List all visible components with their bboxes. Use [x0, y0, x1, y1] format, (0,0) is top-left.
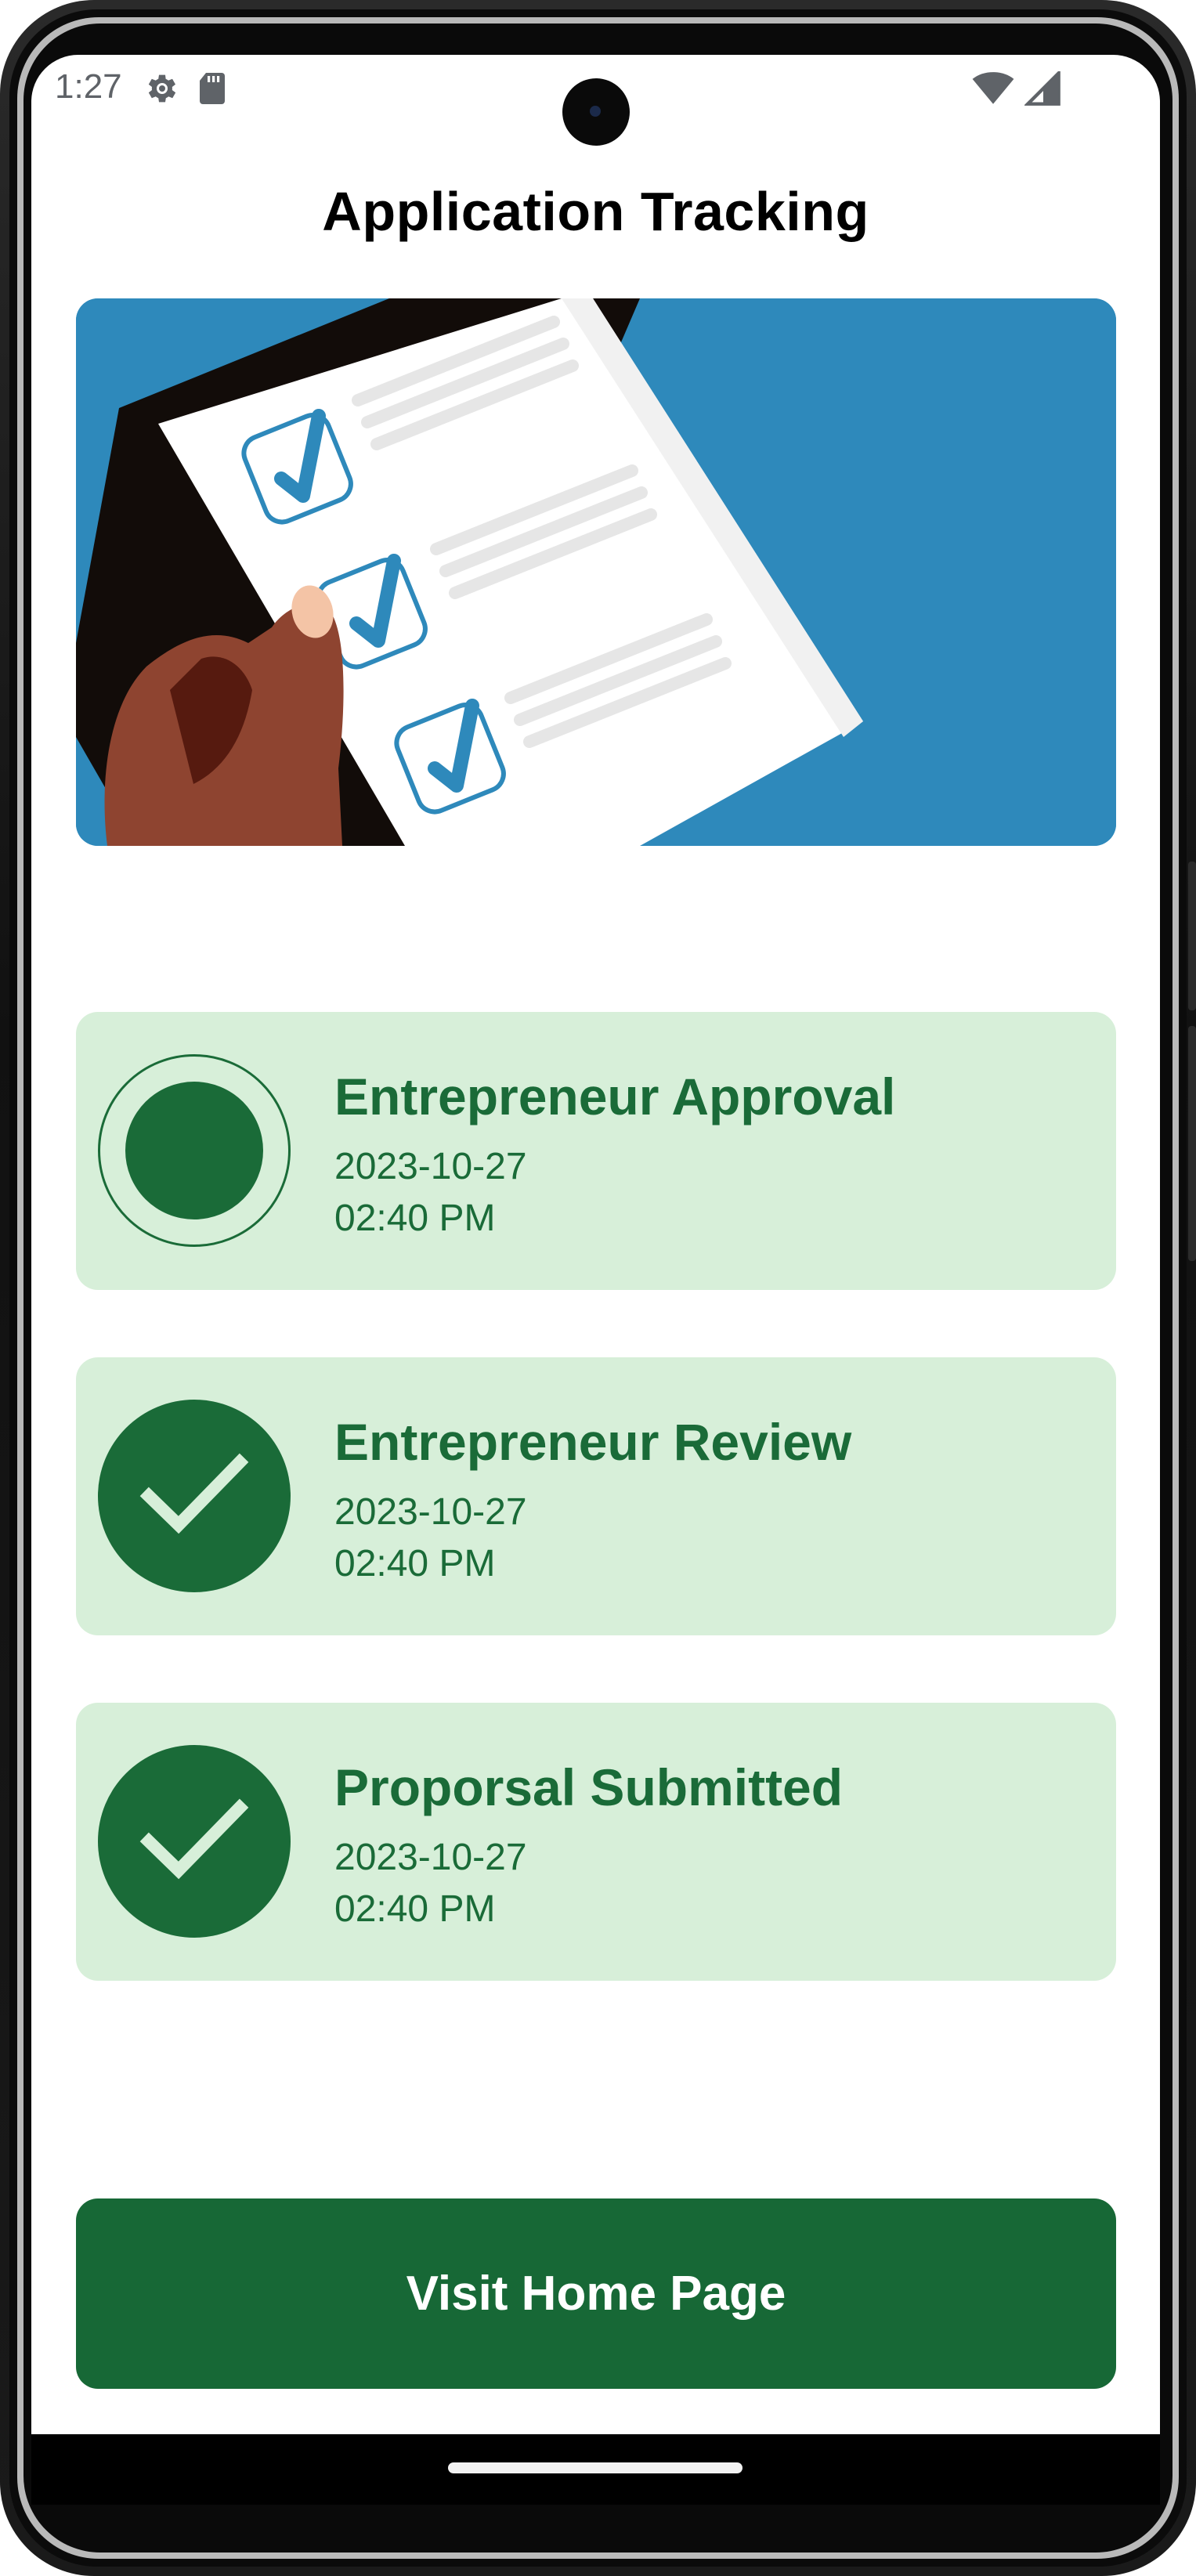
- app-screen: 1:27 Application Tracking Entrepreneur A…: [31, 55, 1160, 2436]
- status-time: 1:27: [55, 67, 122, 106]
- wifi-icon: [970, 69, 1017, 108]
- volume-button: [1188, 862, 1196, 1010]
- timeline-time: 02:40 PM: [334, 1198, 496, 1239]
- timeline-date: 2023-10-27: [334, 1491, 527, 1533]
- settings-gear-icon: [141, 69, 180, 108]
- home-gesture-handle[interactable]: [448, 2462, 743, 2473]
- status-bar: 1:27: [31, 55, 1160, 146]
- timeline-date: 2023-10-27: [334, 1837, 527, 1878]
- timeline-title: Entrepreneur Review: [334, 1413, 852, 1471]
- sd-card-icon: [193, 69, 232, 108]
- pending-status-icon: [98, 1054, 291, 1247]
- check-icon: [98, 1400, 291, 1592]
- timeline-card: Entrepreneur Approval 2023-10-27 02:40 P…: [76, 1012, 1116, 1290]
- timeline-title: Proporsal Submitted: [334, 1758, 844, 1816]
- page-title: Application Tracking: [322, 181, 869, 242]
- check-icon: [98, 1745, 291, 1938]
- visit-home-page-button[interactable]: Visit Home Page: [76, 2198, 1116, 2389]
- power-button: [1188, 1026, 1196, 1261]
- timeline-time: 02:40 PM: [334, 1888, 496, 1930]
- navigation-bar: [31, 2434, 1160, 2505]
- timeline-date: 2023-10-27: [334, 1146, 527, 1187]
- cell-signal-icon: [1020, 69, 1067, 108]
- timeline-card: Proporsal Submitted 2023-10-27 02:40 PM: [76, 1703, 1116, 1981]
- front-camera: [562, 78, 630, 146]
- checklist-illustration: [76, 298, 1116, 846]
- timeline-time: 02:40 PM: [334, 1543, 496, 1584]
- timeline-title: Entrepreneur Approval: [334, 1068, 896, 1125]
- pending-dot: [125, 1082, 263, 1219]
- timeline-card: Entrepreneur Review 2023-10-27 02:40 PM: [76, 1357, 1116, 1635]
- device: 1:27 Application Tracking Entrepreneur A…: [0, 0, 1196, 2576]
